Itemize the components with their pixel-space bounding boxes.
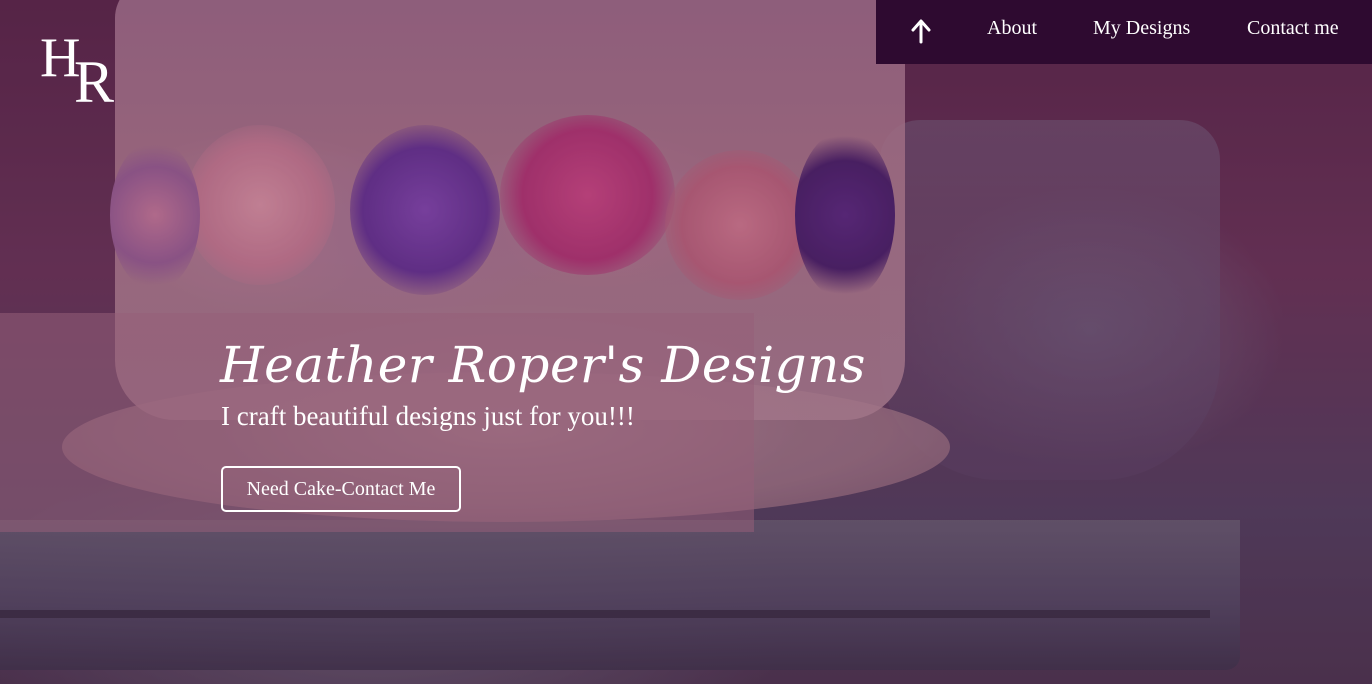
nav-link-my-designs[interactable]: My Designs [1093, 17, 1190, 40]
arrow-up-icon [911, 19, 931, 44]
site-logo[interactable]: H R [40, 30, 130, 115]
nav-link-contact[interactable]: Contact me [1247, 17, 1339, 40]
contact-cta-button[interactable]: Need Cake-Contact Me [221, 466, 461, 512]
nav-link-about[interactable]: About [987, 17, 1037, 40]
logo-letter-r: R [74, 49, 115, 115]
top-navigation: About My Designs Contact me [876, 0, 1372, 64]
hero-subtitle: I craft beautiful designs just for you!!… [221, 401, 635, 431]
hero-title: Heather Roper's Designs [220, 336, 866, 394]
back-to-top-link[interactable] [910, 18, 932, 44]
hero-section: H R About My Designs Contact me Heather … [0, 0, 1372, 684]
